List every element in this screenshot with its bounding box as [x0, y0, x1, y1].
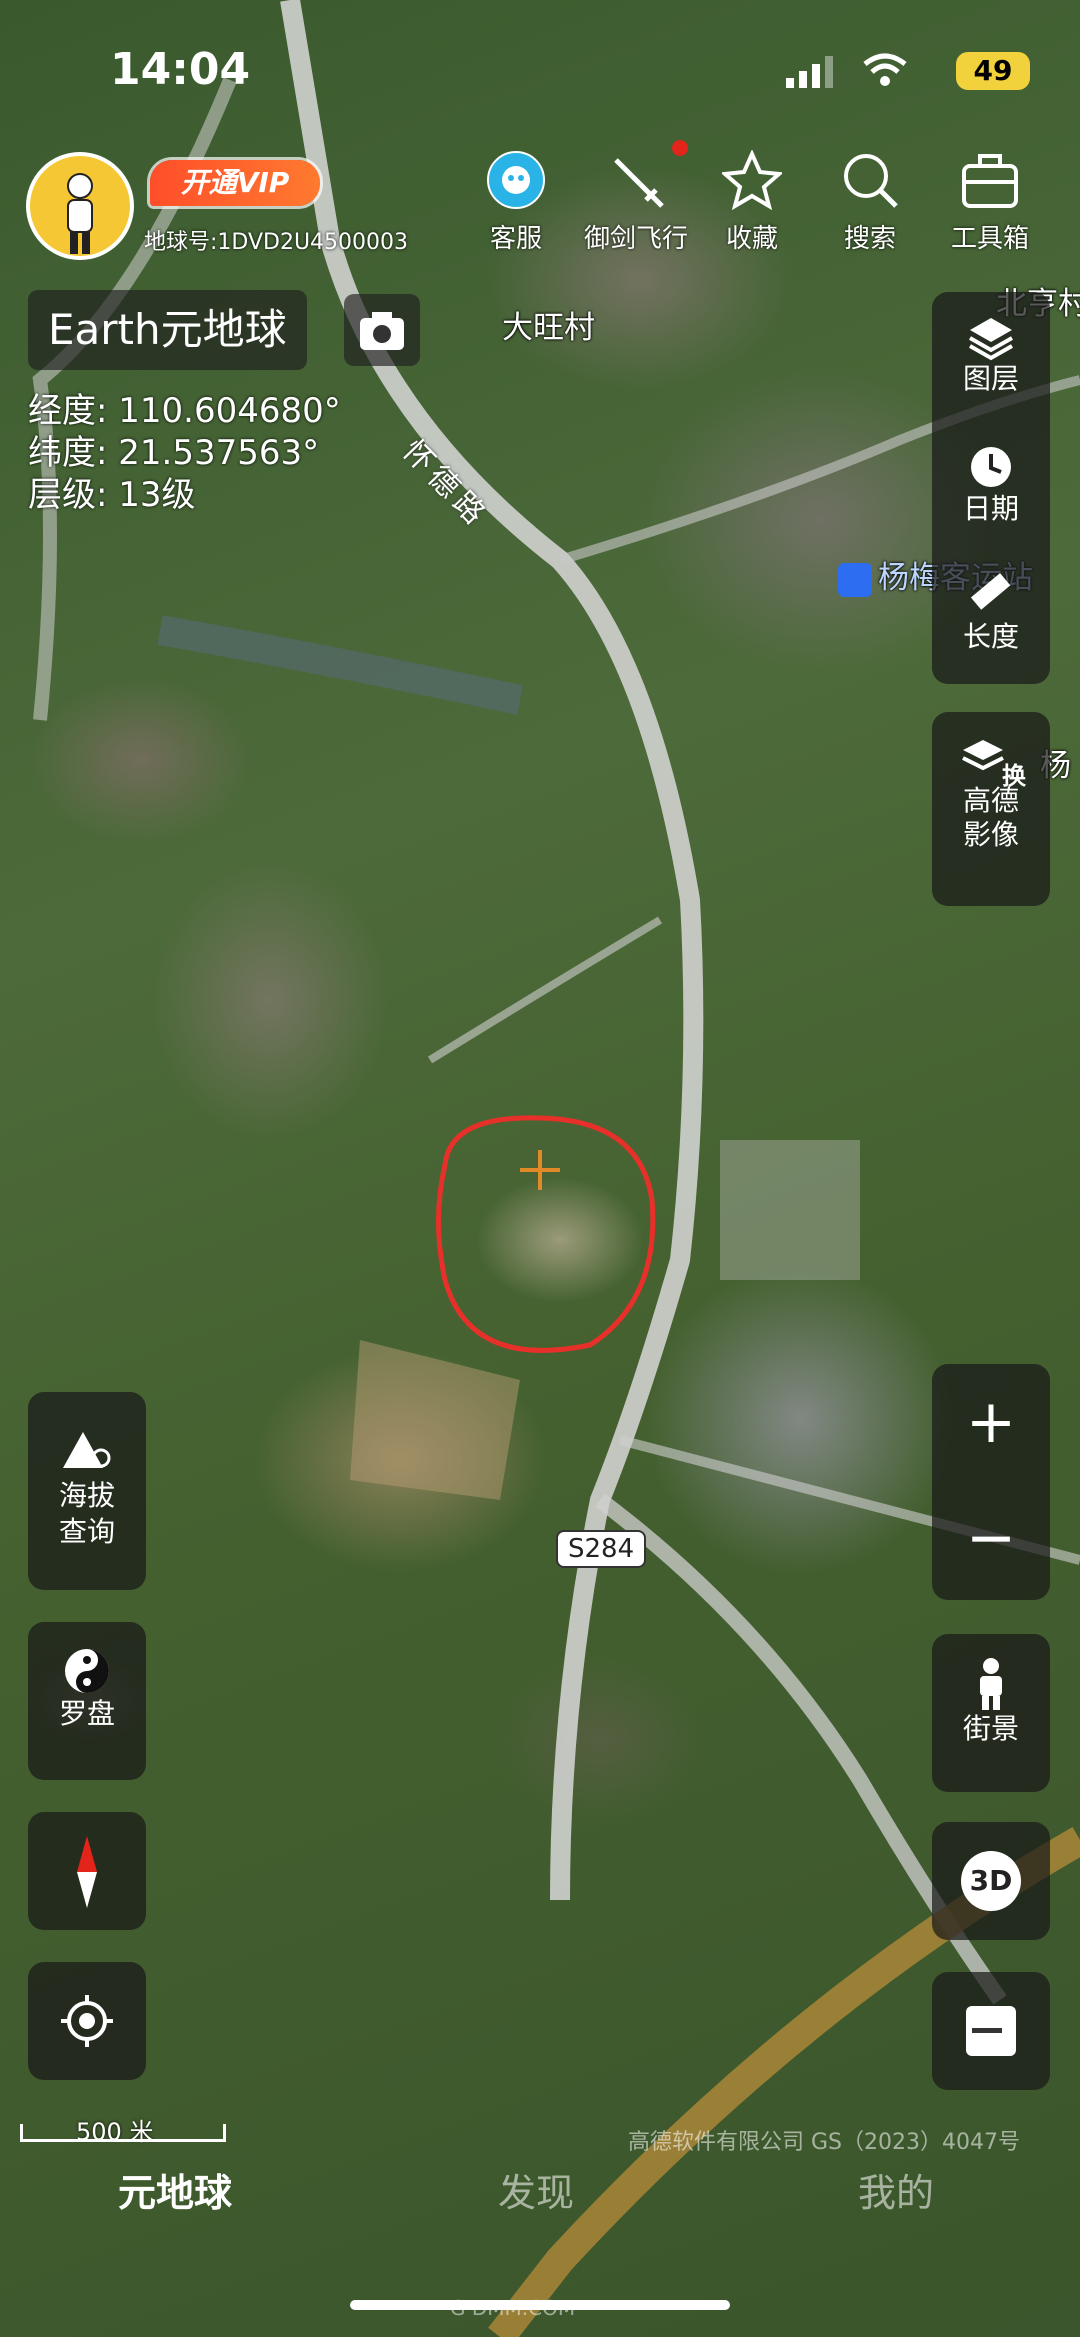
customer-service-button[interactable]: 客服 [456, 150, 576, 255]
length-label: 长度 [962, 620, 1019, 653]
zoom-controls: + − [932, 1364, 1050, 1600]
scale-bar [20, 2124, 226, 2142]
ruler-icon [970, 573, 1011, 610]
sword-flight-label: 御剑飞行 [583, 224, 688, 254]
home-indicator[interactable] [350, 2300, 730, 2310]
vip-button[interactable]: 开通VIP [150, 160, 320, 206]
compass-tool-label: 罗盘 [58, 1697, 115, 1730]
toolbox-label: 工具箱 [950, 224, 1029, 254]
longitude-value: 110.604680° [118, 391, 341, 431]
folder-icon [966, 2006, 1016, 2056]
search-icon [844, 154, 898, 208]
favorites-label: 收藏 [725, 224, 778, 254]
bus-icon [838, 562, 872, 597]
highway-badge: S284 [556, 1530, 647, 1568]
street-view-content: 街景 [932, 1656, 1050, 1746]
person-icon [980, 1658, 1002, 1710]
date-button[interactable]: 日期 [932, 442, 1050, 526]
zoom-out-button[interactable]: − [932, 1498, 1050, 1578]
screenshot-button[interactable] [344, 294, 420, 366]
altitude-query-button[interactable]: 海拔 查询 [28, 1392, 146, 1590]
imagery-switch-content: 换 高德 影像 [932, 734, 1050, 852]
locate-icon [61, 1995, 113, 2047]
yin-yang-icon [65, 1649, 109, 1693]
signal-icon [786, 56, 833, 88]
sword-flight-icon [614, 158, 664, 208]
favorites-button[interactable]: 收藏 [692, 150, 812, 255]
map-tools-panel: 图层 日期 长度 [932, 292, 1050, 684]
date-label: 日期 [962, 492, 1019, 525]
star-icon [722, 150, 782, 210]
toolbox-icon [962, 154, 1018, 208]
altitude-label-1: 海拔 [58, 1479, 115, 1512]
tab-me[interactable]: 我的 [858, 2162, 934, 2217]
tab-earth[interactable]: 元地球 [118, 2162, 232, 2217]
layers-icon [969, 318, 1013, 361]
files-button[interactable] [932, 1972, 1050, 2090]
longitude-label: 经度: [28, 391, 108, 431]
latitude-label: 纬度: [28, 433, 108, 473]
imagery-switch-button[interactable]: 换 高德 影像 [932, 712, 1050, 906]
clock: 14:04 [110, 44, 251, 95]
wifi-icon [863, 53, 907, 86]
zoom-in-button[interactable]: + [932, 1382, 1050, 1462]
imagery-label-2: 影像 [962, 818, 1019, 851]
latitude-value: 21.537563° [118, 433, 320, 473]
clock-icon [971, 447, 1011, 487]
street-view-button[interactable]: 街景 [932, 1634, 1050, 1792]
compass-needle-icon [77, 1836, 97, 1908]
avatar[interactable] [26, 152, 134, 260]
customer-service-icon [487, 151, 545, 209]
altitude-label-2: 查询 [58, 1515, 115, 1548]
camera-icon [360, 312, 404, 350]
imagery-label-1: 高德 [962, 784, 1019, 817]
3d-icon: 3D [961, 1851, 1021, 1911]
locate-button[interactable] [28, 1962, 146, 2080]
sword-flight-button[interactable]: 御剑飞行 [576, 150, 696, 255]
notification-dot [672, 140, 688, 156]
measure-length-button[interactable]: 长度 [932, 570, 1050, 654]
coordinates-readout: 经度: 110.604680° 纬度: 21.537563° 层级: 13级 [28, 390, 341, 516]
level-label: 层级: [28, 475, 108, 515]
status-bar: 14:04 49 [0, 44, 1080, 104]
street-view-label: 街景 [962, 1712, 1019, 1745]
toolbox-button[interactable]: 工具箱 [930, 150, 1050, 255]
layers-label: 图层 [962, 362, 1019, 395]
north-compass-button[interactable] [28, 1812, 146, 1930]
level-value: 13级 [118, 475, 196, 515]
tab-discover[interactable]: 发现 [498, 2162, 574, 2217]
earth-id: 地球号:1DVD2U4500003 [144, 230, 409, 255]
compass-tool-button[interactable]: 罗盘 [28, 1622, 146, 1780]
layers-button[interactable]: 图层 [932, 312, 1050, 396]
map-copyright: 高德软件有限公司 GS（2023）4047号 [628, 2130, 1020, 2155]
mountain-search-icon [63, 1432, 111, 1468]
user-figure-icon [67, 173, 93, 254]
place-label: 大旺村 [502, 310, 595, 346]
map-title: Earth元地球 [28, 290, 307, 370]
search-label: 搜索 [843, 224, 896, 254]
3d-button[interactable]: 3D [932, 1822, 1050, 1940]
switch-badge: 换 [1002, 762, 1026, 790]
search-button[interactable]: 搜索 [810, 150, 930, 255]
customer-service-label: 客服 [489, 224, 542, 254]
battery-indicator: 49 [956, 52, 1030, 90]
